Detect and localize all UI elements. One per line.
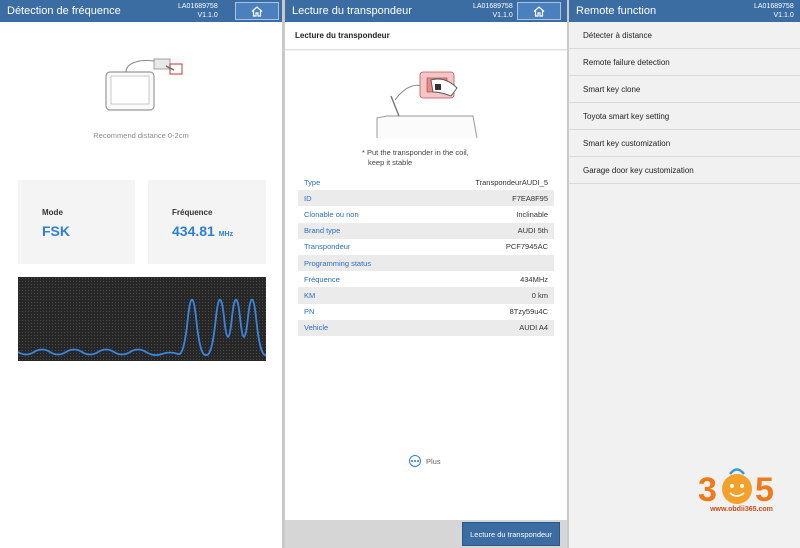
title-bar: Lecture du transpondeur LA01689758 V1.1.… [285, 0, 567, 22]
watermark-url: www.obdii365.com [710, 506, 773, 513]
table-row: Type TranspondeurAUDI_5 [298, 174, 554, 190]
version-label: V1.1.0 [773, 12, 794, 19]
version-label: V1.1.0 [197, 12, 218, 19]
frequency-card: Fréquence 434.81 MHz [148, 180, 266, 264]
table-row: PN 8Tzy59u4C [298, 304, 554, 320]
home-button[interactable] [235, 2, 279, 20]
table-row: Brand type AUDI 5th [298, 222, 554, 239]
row-value: 8Tzy59u4C [509, 307, 548, 317]
mode-card: Mode FSK [18, 180, 135, 264]
row-label: Type [304, 177, 321, 187]
section-header: Lecture du transpondeur [285, 22, 567, 50]
svg-text:3: 3 [698, 471, 717, 509]
row-label: Fréquence [304, 274, 340, 284]
menu-item-smart-key-clone[interactable]: Smart key clone [569, 76, 800, 103]
title-bar: Remote function LA01689758 V1.1.0 [569, 0, 800, 22]
page-title: Remote function [576, 5, 657, 17]
row-label: KM [304, 290, 316, 300]
serial-number: LA01689758 [178, 3, 218, 10]
row-value: Inclinable [516, 209, 548, 219]
row-label: ID [304, 193, 312, 203]
obdii365-logo: 3 5 [698, 468, 774, 509]
frequency-value: 434.81 [172, 223, 215, 239]
row-value: F7EA8F95 [512, 193, 548, 203]
device-serial: LA01689758 V1.1.0 [473, 2, 513, 20]
row-label: Brand type [304, 226, 341, 236]
row-label: Programming status [304, 258, 372, 268]
mode-value: FSK [42, 223, 70, 239]
row-value: AUDI 5th [517, 226, 548, 236]
more-icon [409, 455, 421, 467]
transponder-reading-panel: Lecture du transpondeur LA01689758 V1.1.… [285, 0, 567, 548]
home-icon [251, 5, 263, 17]
frequency-detection-panel: Détection de fréquence LA01689758 V1.1.0… [0, 0, 282, 548]
table-row: KM 0 km [298, 287, 554, 304]
instruction-text: * Put the transponder in the coil, keep … [362, 148, 502, 168]
table-row: Programming status [298, 254, 554, 272]
row-label: Transpondeur [304, 242, 351, 252]
table-row: Transpondeur PCF7945AC [298, 239, 554, 255]
row-label: PN [304, 307, 315, 317]
instruction-line: keep it stable [368, 158, 413, 167]
instruction-line: * Put the transponder in the coil, [362, 148, 469, 157]
table-row: ID F7EA8F95 [298, 190, 554, 207]
menu-item-smart-key-customization[interactable]: Smart key customization [569, 130, 800, 157]
menu-item-toyota-smart-key-setting[interactable]: Toyota smart key setting [569, 103, 800, 130]
page-title: Lecture du transpondeur [292, 5, 412, 17]
transponder-info-table: Type TranspondeurAUDI_5 ID F7EA8F95 Clonab… [298, 174, 554, 336]
transponder-coil-illustration [376, 71, 478, 139]
menu-item-garage-door-key-customization[interactable]: Garage door key customization [569, 157, 800, 184]
serial-number: LA01689758 [754, 3, 794, 10]
more-label: Plus [426, 456, 441, 466]
row-value: TranspondeurAUDI_5 [475, 177, 548, 187]
frequency-unit: MHz [218, 231, 234, 238]
page-title: Détection de fréquence [7, 5, 121, 17]
row-label: Clonable ou non [304, 209, 359, 219]
frequency-readout: 434.81 MHz [172, 223, 233, 239]
device-serial: LA01689758 V1.1.0 [178, 2, 218, 20]
menu-item-remote-failure-detection[interactable]: Remote failure detection [569, 49, 800, 76]
read-transponder-button[interactable]: Lecture du transpondeur [462, 522, 560, 546]
signal-waveform [18, 277, 266, 361]
table-row: Clonable ou non Inclinable [298, 206, 554, 222]
svg-text:5: 5 [755, 471, 774, 509]
title-bar: Détection de fréquence LA01689758 V1.1.0 [0, 0, 282, 22]
version-label: V1.1.0 [492, 12, 513, 19]
row-value: 434MHz [520, 274, 548, 284]
table-row: Fréquence 434MHz [298, 271, 554, 287]
row-label: Vehicle [304, 323, 329, 333]
home-icon [533, 5, 545, 17]
tablet-coil-illustration [105, 58, 183, 111]
row-value: AUDI A4 [519, 323, 548, 333]
table-row: Vehicle AUDI A4 [298, 319, 554, 336]
device-serial: LA01689758 V1.1.0 [754, 2, 794, 20]
section-title: Lecture du transpondeur [295, 31, 390, 40]
remote-function-menu: Détecter à distance Remote failure detec… [569, 22, 800, 184]
menu-item-detect-distance[interactable]: Détecter à distance [569, 22, 800, 49]
row-value: PCF7945AC [505, 242, 548, 252]
frequency-label: Fréquence [172, 208, 213, 217]
row-value: 0 km [531, 290, 548, 300]
recommend-distance-text: Recommend distance 0-2cm [93, 131, 189, 140]
more-button[interactable]: Plus [409, 455, 441, 467]
mode-label: Mode [42, 208, 63, 217]
home-button[interactable] [517, 2, 561, 20]
serial-number: LA01689758 [473, 3, 513, 10]
